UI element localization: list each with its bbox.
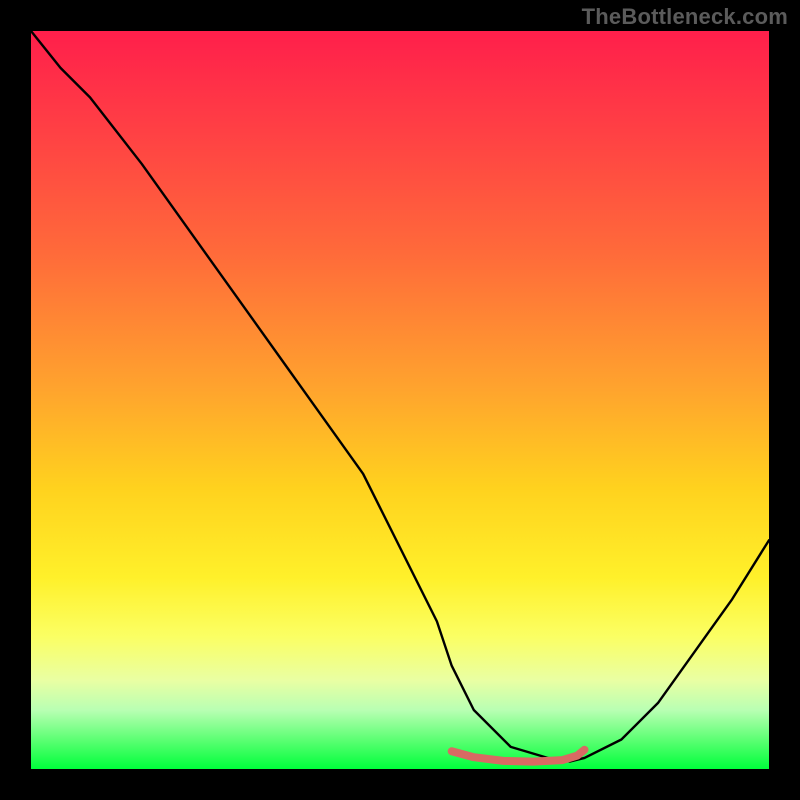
curve-svg	[31, 31, 769, 769]
accent-floor-segment	[452, 750, 585, 762]
plot-area	[31, 31, 769, 769]
watermark-text: TheBottleneck.com	[582, 4, 788, 30]
chart-frame: TheBottleneck.com	[0, 0, 800, 800]
main-curve	[31, 31, 769, 762]
